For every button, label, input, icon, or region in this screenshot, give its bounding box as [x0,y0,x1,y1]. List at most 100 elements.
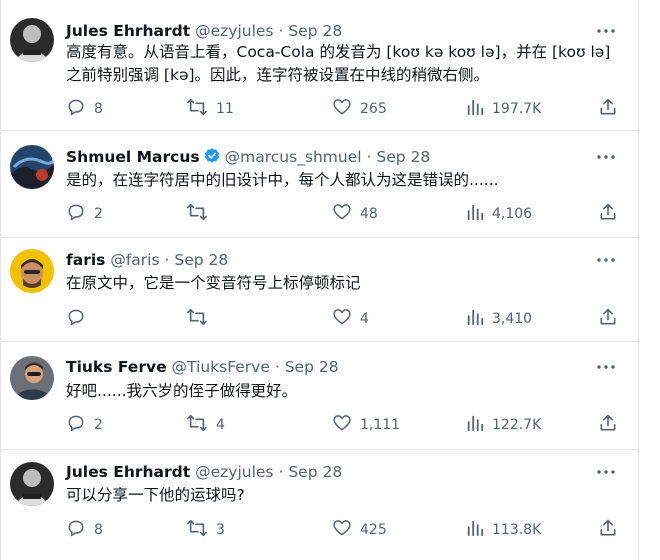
tweet-date[interactable]: Sep 28 [174,251,228,269]
more-icon[interactable] [596,21,616,41]
like-icon [332,202,352,226]
retweet-icon [186,413,208,437]
like-count: 48 [360,206,378,222]
avatar[interactable] [10,18,54,62]
tweet-date[interactable]: Sep 28 [288,463,342,481]
reply-thread: Jules Ehrhardt @ezyjules · Sep 28 高度有意。从… [0,0,660,560]
views-button[interactable]: 113.8K [466,519,541,541]
views-button[interactable]: 3,410 [466,308,532,330]
like-count: 425 [360,522,387,538]
tweet-header: Jules Ehrhardt @ezyjules · Sep 28 [66,20,342,42]
like-button[interactable]: 4 [332,308,369,330]
tweet-header: Jules Ehrhardt @ezyjules · Sep 28 [66,461,342,483]
share-icon [598,413,618,437]
tweet-date[interactable]: Sep 28 [285,358,339,376]
retweet-button[interactable] [186,203,216,225]
retweet-button[interactable]: 11 [186,98,234,120]
retweet-button[interactable]: 3 [186,519,225,541]
reply-button[interactable]: 2 [66,414,103,436]
share-button[interactable] [598,414,618,436]
reply-icon [66,97,86,121]
author-handle[interactable]: @ezyjules [195,463,273,481]
avatar[interactable] [10,356,54,400]
views-icon [466,98,484,120]
author-handle[interactable]: @ezyjules [195,22,273,40]
author-name[interactable]: Shmuel Marcus [66,148,200,166]
like-count: 265 [360,101,387,117]
author-handle[interactable]: @TiuksFerve [172,358,270,376]
reply-count: 8 [94,101,103,117]
like-button[interactable]: 1,111 [332,414,400,436]
separator-dot: · [278,463,284,481]
author-name[interactable]: Tiuks Ferve [66,358,167,376]
tweet-text-line: 在原文中，它是一个变音符号上标停顿标记 [66,274,361,292]
reply-button[interactable]: 8 [66,519,103,541]
author-name[interactable]: Jules Ehrhardt [66,463,190,481]
more-icon[interactable] [596,147,616,167]
reply-button[interactable] [66,308,94,330]
views-icon [466,414,484,436]
like-count: 4 [360,311,369,327]
reply-button[interactable]: 8 [66,98,103,120]
views-button[interactable]: 122.7K [466,414,541,436]
share-icon [598,307,618,331]
share-icon [598,202,618,226]
like-button[interactable]: 425 [332,519,387,541]
separator-dot: · [274,358,280,376]
like-button[interactable]: 265 [332,98,387,120]
like-icon [332,307,352,331]
tweet-date[interactable]: Sep 28 [288,22,342,40]
retweet-button[interactable]: 4 [186,414,225,436]
reply-icon [66,202,86,226]
reply-button[interactable]: 2 [66,203,103,225]
tweet-text: 可以分享一下他的运球吗? [66,484,626,507]
tweet-text: 是的，在连字符居中的旧设计中，每个人都认为这是错误的...... [66,169,626,192]
like-count: 1,111 [360,417,401,433]
retweet-button[interactable] [186,308,216,330]
retweet-count: 4 [216,417,225,433]
avatar[interactable] [10,145,54,189]
share-button[interactable] [598,519,618,541]
verified-badge-icon [203,147,221,171]
share-icon [598,518,618,542]
views-button[interactable]: 4,106 [466,203,532,225]
tweet[interactable]: Jules Ehrhardt @ezyjules · Sep 28 可以分享一下… [0,450,638,560]
tweet-text: 高度有意。从语音上看，Coca-Cola 的发音为 [koʊ kə koʊ lə… [66,41,626,87]
more-icon[interactable] [596,250,616,270]
tweet[interactable]: Shmuel Marcus @marcus_shmuel · Sep 28 是的，… [0,131,638,238]
like-icon [332,413,352,437]
more-icon[interactable] [596,462,616,482]
more-icon[interactable] [596,357,616,377]
author-handle[interactable]: @marcus_shmuel [225,148,362,166]
tweet-text-line: 好吧......我六岁的侄子做得更好。 [66,382,298,400]
like-button[interactable]: 48 [332,203,378,225]
views-count: 122.7K [492,417,542,433]
separator-dot: · [164,251,170,269]
share-button[interactable] [598,98,618,120]
reply-count: 2 [94,206,103,222]
avatar[interactable] [10,462,54,506]
separator-dot: · [366,148,372,166]
like-icon [332,97,352,121]
tweet-text: 在原文中，它是一个变音符号上标停顿标记 [66,272,626,295]
tweet-text-line: 是的，在连字符居中的旧设计中，每个人都认为这是错误的...... [66,171,499,189]
reply-icon [66,307,86,331]
author-name[interactable]: Jules Ehrhardt [66,22,190,40]
reply-icon [66,518,86,542]
share-button[interactable] [598,203,618,225]
tweet[interactable]: Tiuks Ferve @TiuksFerve · Sep 28 好吧.....… [0,342,638,450]
tweet-text-line: 之前特别强调 [kə]。因此，连字符被设置在中线的稍微右侧。 [66,66,490,84]
retweet-icon [186,307,208,331]
retweet-icon [186,97,208,121]
retweet-count: 11 [216,101,234,117]
avatar[interactable] [10,249,54,293]
reply-icon [66,413,86,437]
tweet[interactable]: faris @faris · Sep 28 在原文中，它是一个变音符号上标停顿标… [0,238,638,342]
tweet-date[interactable]: Sep 28 [376,148,430,166]
author-handle[interactable]: @faris [110,251,159,269]
share-button[interactable] [598,308,618,330]
tweet[interactable]: Jules Ehrhardt @ezyjules · Sep 28 高度有意。从… [0,0,638,131]
author-name[interactable]: faris [66,251,105,269]
tweet-header: Tiuks Ferve @TiuksFerve · Sep 28 [66,356,339,378]
views-button[interactable]: 197.7K [466,98,541,120]
